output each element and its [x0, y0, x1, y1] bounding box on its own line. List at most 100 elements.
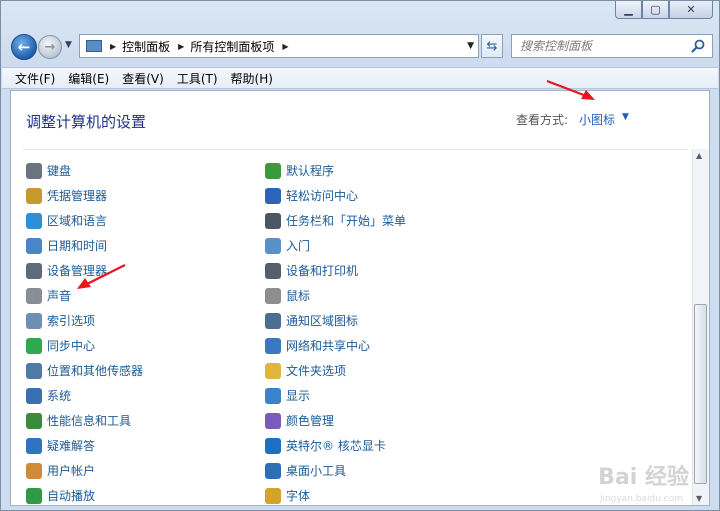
address-dropdown-icon[interactable]: ▼	[467, 41, 474, 51]
annotation-arrow-icon	[77, 264, 126, 289]
calendar-icon	[26, 237, 42, 254]
notification-icon	[265, 312, 281, 329]
control-panel-item[interactable]: 同步中心	[26, 333, 143, 358]
troubleshoot-icon	[26, 437, 42, 454]
content-pane: 调整计算机的设置 查看方式: 小图标 ▼ 键盘 凭据管理器 区域和语言 日期和时间 设备…	[10, 90, 710, 506]
item-label: 显示	[286, 389, 311, 403]
item-label: 设备和打印机	[286, 264, 359, 278]
control-panel-item[interactable]: 英特尔® 核芯显卡	[265, 433, 406, 458]
control-panel-item[interactable]: 颜色管理	[265, 408, 406, 433]
item-label: 英特尔® 核芯显卡	[286, 439, 386, 453]
default-programs-icon	[265, 162, 281, 179]
view-by-caret-icon[interactable]: ▼	[622, 112, 629, 122]
chevron-down-icon: ▼	[65, 40, 72, 50]
autoplay-icon	[26, 487, 42, 504]
menu-help[interactable]: 帮助(H)	[226, 70, 278, 87]
item-label: 文件夹选项	[286, 364, 347, 378]
scroll-down-icon[interactable]: ▼	[696, 494, 702, 503]
divider	[23, 149, 688, 150]
mouse-icon	[265, 287, 281, 304]
printer-icon	[265, 262, 281, 279]
control-panel-item[interactable]: 通知区域图标	[265, 308, 406, 333]
control-panel-item[interactable]: 字体	[265, 483, 406, 505]
menu-bar: 文件(F) 编辑(E) 查看(V) 工具(T) 帮助(H)	[2, 67, 718, 89]
view-by-dropdown[interactable]: 小图标	[579, 111, 615, 128]
breadcrumb-separator-icon[interactable]: ▶	[178, 42, 184, 51]
view-by-label: 查看方式:	[516, 113, 569, 127]
performance-icon	[26, 412, 42, 429]
control-panel-item[interactable]: 位置和其他传感器	[26, 358, 143, 383]
item-label: 键盘	[47, 164, 72, 178]
control-panel-item[interactable]: 鼠标	[265, 283, 406, 308]
control-panel-item[interactable]: 区域和语言	[26, 208, 143, 233]
computer-icon	[26, 387, 42, 404]
control-panel-item[interactable]: 网络和共享中心	[265, 333, 406, 358]
item-label: 默认程序	[286, 164, 335, 178]
control-panel-icon	[86, 40, 102, 52]
item-label: 位置和其他传感器	[47, 364, 144, 378]
item-label: 鼠标	[286, 289, 311, 303]
items-column-right: 默认程序轻松访问中心任务栏和「开始」菜单入门设备和打印机 鼠标通知区域图标 网络和共…	[265, 158, 406, 505]
refresh-button[interactable]: ⇆	[481, 34, 503, 58]
recent-pages-button[interactable]: ▼	[65, 40, 72, 50]
vertical-scrollbar[interactable]: ▲ ▼	[692, 149, 709, 505]
control-panel-item[interactable]: 默认程序	[265, 158, 406, 183]
network-icon	[265, 337, 281, 354]
control-panel-item[interactable]: 凭据管理器	[26, 183, 143, 208]
breadcrumb-all-items[interactable]: 所有控制面板项	[190, 38, 274, 55]
control-panel-item[interactable]: 文件夹选项	[265, 358, 406, 383]
menu-tools[interactable]: 工具(T)	[172, 70, 223, 87]
control-panel-item[interactable]: 设备和打印机	[265, 258, 406, 283]
menu-view[interactable]: 查看(V)	[117, 70, 169, 87]
item-label: 凭据管理器	[47, 189, 108, 203]
control-panel-item[interactable]: 用户帐户	[26, 458, 143, 483]
scroll-up-icon[interactable]: ▲	[696, 151, 702, 160]
control-panel-item[interactable]: 系统	[26, 383, 143, 408]
scroll-thumb[interactable]	[694, 304, 707, 484]
item-label: 用户帐户	[47, 464, 96, 478]
control-panel-item[interactable]: 任务栏和「开始」菜单	[265, 208, 406, 233]
control-panel-item[interactable]: 桌面小工具	[265, 458, 406, 483]
maximize-button[interactable]: ▢	[642, 1, 669, 19]
forward-button[interactable]: →	[38, 35, 62, 59]
minimize-button[interactable]: ▁	[615, 1, 642, 19]
refresh-icon: ⇆	[486, 38, 498, 54]
search-icon[interactable]	[690, 38, 706, 54]
item-label: 通知区域图标	[286, 314, 359, 328]
speaker-icon	[26, 287, 42, 304]
item-label: 任务栏和「开始」菜单	[286, 214, 407, 228]
control-panel-item[interactable]: 疑难解答	[26, 433, 143, 458]
intel-graphics-icon	[265, 437, 281, 454]
breadcrumb-control-panel[interactable]: 控制面板	[122, 38, 170, 55]
menu-edit[interactable]: 编辑(E)	[63, 70, 114, 87]
forward-arrow-icon: →	[44, 39, 56, 55]
accessibility-icon	[265, 187, 281, 204]
keyboard-icon	[26, 162, 42, 179]
item-label: 网络和共享中心	[286, 339, 371, 353]
control-panel-item[interactable]: 键盘	[26, 158, 143, 183]
menu-file[interactable]: 文件(F)	[10, 70, 60, 87]
control-panel-item[interactable]: 日期和时间	[26, 233, 143, 258]
items-column-left: 键盘 凭据管理器 区域和语言 日期和时间 设备管理器 声音 索引选项 同步中心 位置和其他传感器…	[26, 158, 143, 505]
display-icon	[265, 387, 281, 404]
close-button[interactable]: ✕	[669, 1, 713, 19]
back-arrow-icon: ←	[17, 38, 31, 56]
control-panel-window: ▁ ▢ ✕ ← → ▼ ▶ 控制面板 ▶ 所有控制面板项 ▶ ▼ ⇆ 文件(F)…	[0, 0, 720, 511]
breadcrumb-separator-icon[interactable]: ▶	[282, 42, 288, 51]
item-label: 索引选项	[47, 314, 96, 328]
close-icon: ✕	[686, 3, 696, 16]
search-input[interactable]	[518, 38, 692, 54]
control-panel-item[interactable]: 入门	[265, 233, 406, 258]
watermark-url: jingyan.baidu.com	[599, 494, 683, 504]
item-label: 自动播放	[47, 489, 96, 503]
control-panel-item[interactable]: 显示	[265, 383, 406, 408]
control-panel-item[interactable]: 性能信息和工具	[26, 408, 143, 433]
control-panel-item[interactable]: 轻松访问中心	[265, 183, 406, 208]
control-panel-item[interactable]: 自动播放	[26, 483, 143, 505]
address-bar[interactable]: ▶ 控制面板 ▶ 所有控制面板项 ▶ ▼	[79, 34, 479, 58]
back-button[interactable]: ←	[11, 34, 37, 60]
item-label: 系统	[47, 389, 72, 403]
minimize-icon: ▁	[624, 3, 633, 16]
control-panel-item[interactable]: 索引选项	[26, 308, 143, 333]
breadcrumb-separator-icon[interactable]: ▶	[110, 42, 116, 51]
